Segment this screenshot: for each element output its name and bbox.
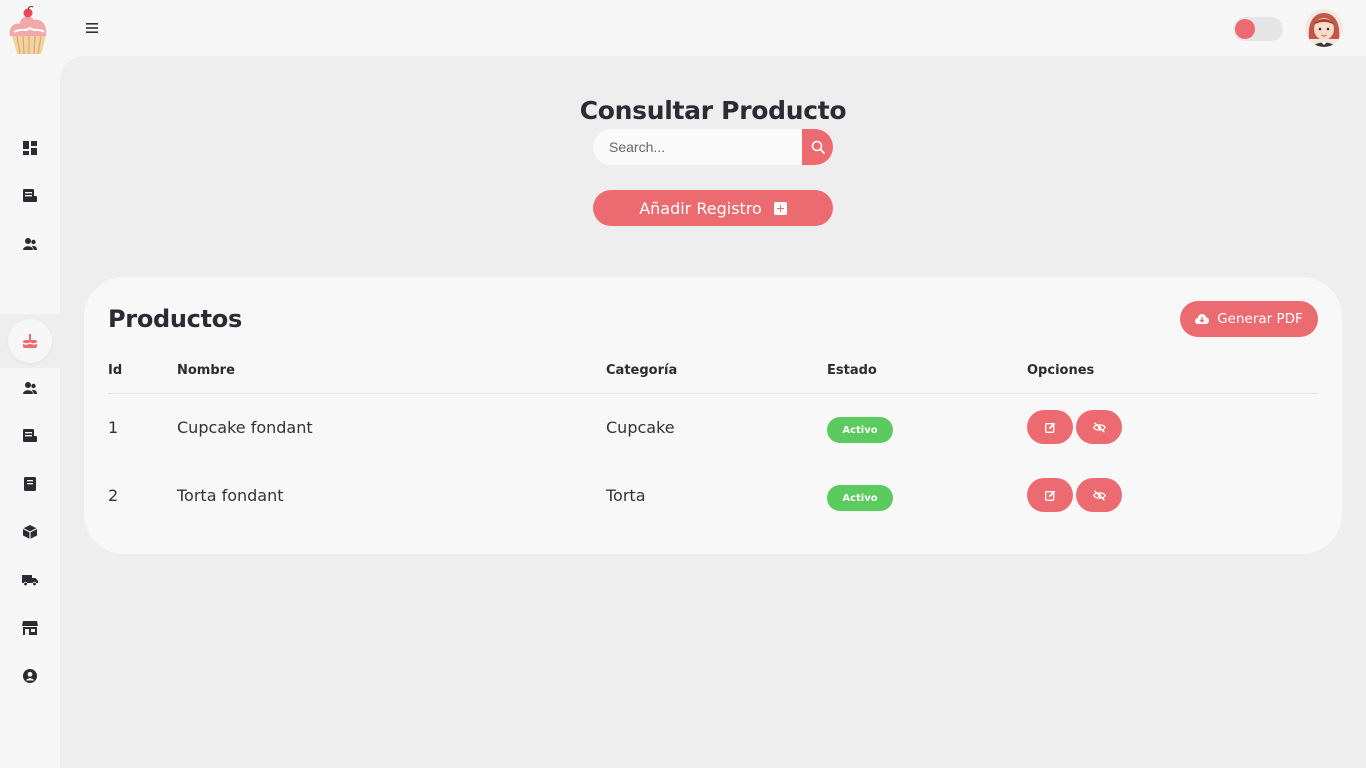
column-header-id: Id [108,363,123,378]
products-card: Productos Generar PDF Id Nombre Categorí… [84,277,1342,554]
status-badge: Activo [827,485,893,511]
column-header-status: Estado [827,363,877,378]
search-button[interactable] [802,129,833,165]
dashboard-icon [23,141,37,155]
theme-toggle[interactable] [1233,17,1283,41]
eye-slash-icon [1092,489,1106,501]
cloud-download-icon [1195,313,1210,324]
main-content: Consultar Producto Añadir Registro Produ… [60,56,1366,768]
sidebar-item-orders[interactable] [14,420,46,452]
sidebar-item-reports[interactable] [14,180,46,212]
column-header-name: Nombre [177,363,235,378]
edit-icon [1044,422,1055,433]
column-header-options: Opciones [1027,363,1095,378]
top-bar [0,0,1366,56]
status-badge: Activo [827,417,893,443]
sidebar-item-clients[interactable] [14,372,46,404]
user-avatar-icon[interactable] [1305,9,1343,47]
sidebar-item-products[interactable] [8,319,52,363]
cake-icon [22,334,38,348]
sidebar-item-book[interactable] [14,468,46,500]
column-header-category: Categoría [606,363,678,378]
hide-button[interactable] [1076,410,1122,444]
truck-icon [22,575,38,586]
plus-square-icon [773,201,787,215]
sidebar-item-store[interactable] [14,612,46,644]
box-icon [23,525,37,539]
products-title: Productos [108,305,242,333]
toggle-knob [1235,19,1255,39]
search-bar [593,129,833,165]
sidebar-item-profile[interactable] [14,660,46,692]
edit-icon [1044,490,1055,501]
users-icon [23,382,37,394]
generate-pdf-button[interactable]: Generar PDF [1180,301,1318,337]
store-icon [22,621,38,635]
generate-pdf-label: Generar PDF [1217,311,1303,327]
report-icon [23,429,37,442]
sidebar-item-users[interactable] [14,228,46,260]
table-header-divider [108,393,1318,394]
eye-slash-icon [1092,421,1106,433]
edit-button[interactable] [1027,410,1073,444]
edit-button[interactable] [1027,478,1073,512]
users-icon [23,238,37,250]
hide-button[interactable] [1076,478,1122,512]
hamburger-menu-icon[interactable] [82,18,102,38]
table-cell-category: Cupcake [606,418,675,437]
sidebar-item-dashboard[interactable] [14,132,46,164]
table-cell-id: 2 [108,486,119,505]
table-cell-category: Torta [606,486,646,505]
sidebar-item-delivery[interactable] [14,564,46,596]
search-icon [811,140,825,154]
table-cell-id: 1 [108,418,119,437]
table-cell-name: Cupcake fondant [177,418,313,437]
book-icon [24,477,36,491]
sidebar [0,56,60,768]
search-input[interactable] [593,129,802,165]
page-title: Consultar Producto [579,96,847,125]
add-record-button[interactable]: Añadir Registro [593,190,833,226]
table-cell-name: Torta fondant [177,486,284,505]
sidebar-item-inventory[interactable] [14,516,46,548]
add-record-label: Añadir Registro [639,198,762,218]
user-circle-icon [23,669,37,683]
cupcake-logo-icon[interactable] [6,5,52,56]
report-icon [23,189,37,202]
